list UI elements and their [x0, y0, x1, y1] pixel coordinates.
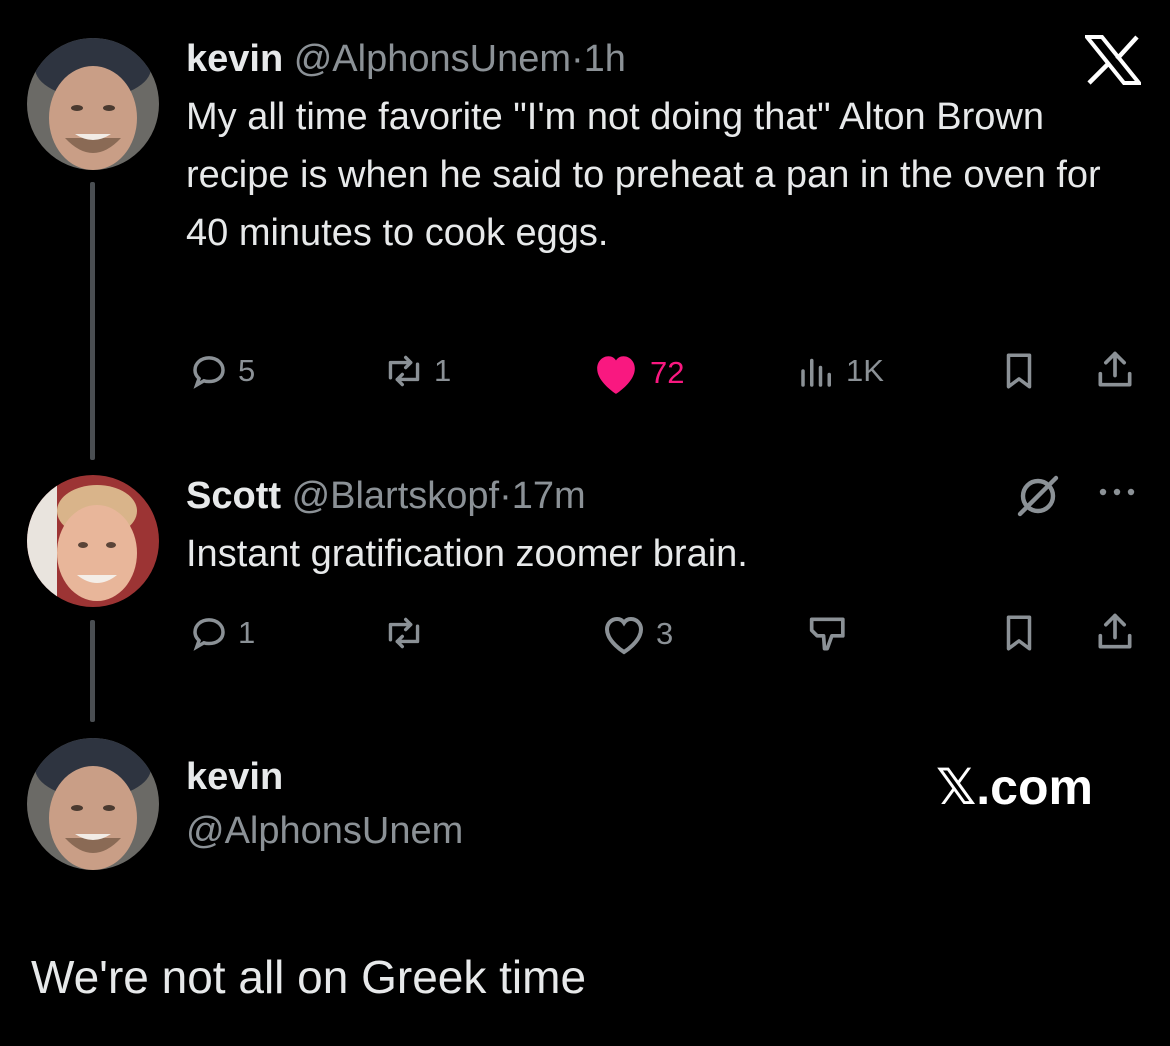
heart-icon [604, 616, 644, 655]
reply-icon [193, 618, 225, 651]
tweet1-view-count: 1K [846, 353, 884, 388]
tweet1-author-handle[interactable]: @AlphonsUnem [294, 38, 571, 80]
bookmark-icon [1006, 353, 1032, 389]
reply-author-handle[interactable]: @AlphonsUnem [186, 808, 463, 854]
tweet2-bookmark-button[interactable] [998, 612, 1040, 654]
views-icon [801, 358, 831, 387]
tweet2-timestamp[interactable]: 17m [512, 475, 586, 517]
avatar-kevin-reply[interactable] [27, 738, 159, 870]
tweet2-reply-count: 1 [238, 615, 256, 650]
tweet2-like-button[interactable]: 3 [600, 612, 673, 656]
reply-author-name[interactable]: kevin [186, 754, 283, 800]
tweet1-text: My all time favorite "I'm not doing that… [186, 96, 1101, 254]
reply-text: We're not all on Greek time [31, 951, 587, 1003]
tweet2-downvote-button[interactable] [806, 612, 854, 656]
tweet1-share-button[interactable] [1093, 348, 1137, 392]
more-options-icon[interactable] [1096, 482, 1138, 507]
tweet2-header: Scott @Blartskopf·17m [186, 473, 586, 519]
avatar-kevin[interactable] [27, 38, 159, 170]
repost-icon [388, 355, 420, 387]
tweet2-reply-button[interactable]: 1 [188, 612, 255, 654]
bookmark-icon [1006, 615, 1032, 651]
tweet1-header: kevin @AlphonsUnem·1h [186, 36, 626, 82]
grok-icon[interactable] [1014, 472, 1062, 525]
heart-filled-icon [597, 356, 635, 394]
tweet2-like-count: 3 [656, 616, 674, 651]
thread-line [90, 182, 95, 460]
tweet2-separator: · [499, 475, 512, 517]
tweet2-text: Instant gratification zoomer brain. [186, 533, 748, 575]
tweet2-author-handle[interactable]: @Blartskopf [292, 475, 500, 517]
tweet1-views-button[interactable]: 1K [796, 350, 884, 392]
share-icon [1098, 613, 1132, 649]
tweet1-author-name[interactable]: kevin [186, 38, 283, 80]
tweet1-repost-button[interactable]: 1 [382, 350, 451, 392]
tweet2-share-button[interactable] [1093, 610, 1137, 654]
repost-icon [388, 617, 420, 649]
tweet1-reply-button[interactable]: 5 [188, 350, 255, 392]
tweet1-repost-count: 1 [434, 353, 452, 388]
tweet1-like-count: 72 [650, 355, 685, 390]
avatar-scott[interactable] [27, 475, 159, 607]
thread-line [90, 620, 95, 722]
tweet1-separator: · [571, 38, 584, 80]
x-logo-icon [1082, 35, 1144, 90]
tweet2-repost-button[interactable] [382, 612, 434, 654]
tweet1-bookmark-button[interactable] [998, 350, 1040, 392]
tweet1-reply-count: 5 [238, 353, 256, 388]
share-icon [1098, 351, 1132, 387]
tweet2-author-name[interactable]: Scott [186, 475, 281, 517]
reply-icon [193, 356, 225, 389]
tweet1-timestamp[interactable]: 1h [584, 38, 626, 80]
x-com-brand: 𝕏.com [936, 759, 1093, 815]
thumbs-down-icon [809, 617, 845, 651]
tweet1-like-button[interactable]: 72 [590, 350, 684, 396]
